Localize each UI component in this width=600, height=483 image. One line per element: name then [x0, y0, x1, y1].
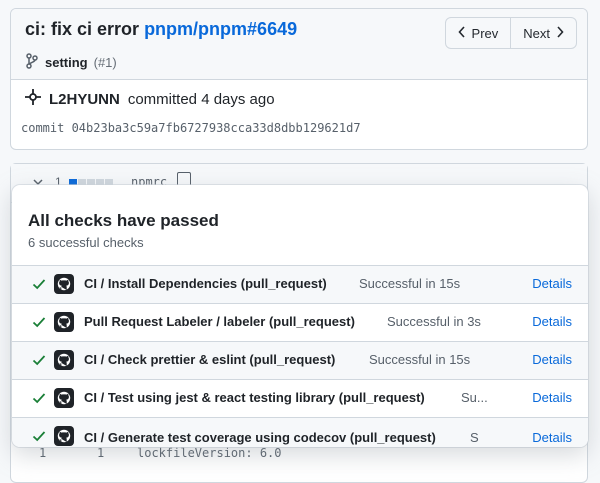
new-line-number: 1 — [97, 446, 105, 460]
check-status: Successful in 15s — [359, 276, 461, 291]
github-actions-icon — [54, 274, 74, 294]
prev-button[interactable]: Prev — [446, 18, 511, 48]
commit-title-area: ci: fix ci error pnpm/pnpm#6649 setting … — [11, 9, 587, 80]
check-icon — [32, 277, 46, 294]
github-actions-icon — [54, 350, 74, 370]
git-branch-icon — [25, 53, 39, 72]
prev-label: Prev — [471, 25, 499, 41]
details-link[interactable]: Details — [532, 314, 572, 329]
branch-name[interactable]: setting — [45, 55, 88, 70]
details-link[interactable]: Details — [532, 352, 572, 367]
check-status: Successful in 3s — [387, 314, 481, 329]
diff-code: lockfileVersion: 6.0 — [137, 446, 282, 460]
check-name: CI / Install Dependencies (pull_request) — [84, 276, 327, 291]
git-commit-icon — [25, 89, 41, 109]
checks-popover: All checks have passed 6 successful chec… — [12, 185, 588, 447]
check-name: CI / Check prettier & eslint (pull_reque… — [84, 352, 336, 367]
check-icon — [32, 315, 46, 332]
check-row: CI / Generate test coverage using codeco… — [12, 418, 588, 447]
commit-sha: commit 04b23ba3c59a7fb6727938cca33d8dbb1… — [21, 121, 361, 135]
author-row: L2HYUNN committed 4 days ago — [25, 89, 275, 109]
github-actions-icon — [54, 426, 74, 446]
check-icon — [32, 429, 46, 446]
check-icon — [32, 391, 46, 408]
check-status: S — [470, 430, 479, 445]
pull-request-link[interactable]: pnpm/pnpm#6649 — [144, 19, 297, 39]
old-line-number: 1 — [39, 446, 47, 460]
commit-author[interactable]: L2HYUNN — [49, 91, 120, 108]
check-row: CI / Check prettier & eslint (pull_reque… — [12, 342, 588, 380]
commit-time: committed 4 days ago — [127, 90, 275, 108]
check-name: CI / Test using jest & react testing lib… — [84, 390, 425, 405]
check-status: Successful in 15s — [369, 352, 471, 367]
chevron-right-icon — [556, 25, 564, 41]
check-name: Pull Request Labeler / labeler (pull_req… — [84, 314, 355, 329]
check-row: Pull Request Labeler / labeler (pull_req… — [12, 304, 588, 342]
check-row: CI / Test using jest & react testing lib… — [12, 380, 588, 418]
chevron-left-icon — [457, 25, 466, 41]
checks-title: All checks have passed — [28, 211, 219, 230]
check-status: Su... — [461, 390, 488, 405]
next-label: Next — [523, 25, 550, 41]
branch-row: setting (#1) — [25, 53, 117, 72]
branch-pr-number[interactable]: (#1) — [94, 55, 117, 70]
check-icon — [32, 353, 46, 370]
github-actions-icon — [54, 388, 74, 408]
checks-subtitle: 6 successful checks — [28, 235, 144, 250]
commit-header: ci: fix ci error pnpm/pnpm#6649 setting … — [10, 8, 588, 150]
github-actions-icon — [54, 312, 74, 332]
details-link[interactable]: Details — [532, 276, 572, 291]
commit-message: ci: fix ci error — [25, 19, 140, 39]
commit-pager: Prev Next — [444, 17, 577, 49]
details-link[interactable]: Details — [532, 430, 572, 445]
checks-list: CI / Install Dependencies (pull_request)… — [12, 265, 588, 447]
commit-title: ci: fix ci error pnpm/pnpm#6649 — [25, 19, 297, 40]
next-button[interactable]: Next — [510, 18, 576, 48]
check-name: CI / Generate test coverage using codeco… — [84, 430, 436, 445]
check-row: CI / Install Dependencies (pull_request)… — [12, 266, 588, 304]
details-link[interactable]: Details — [532, 390, 572, 405]
